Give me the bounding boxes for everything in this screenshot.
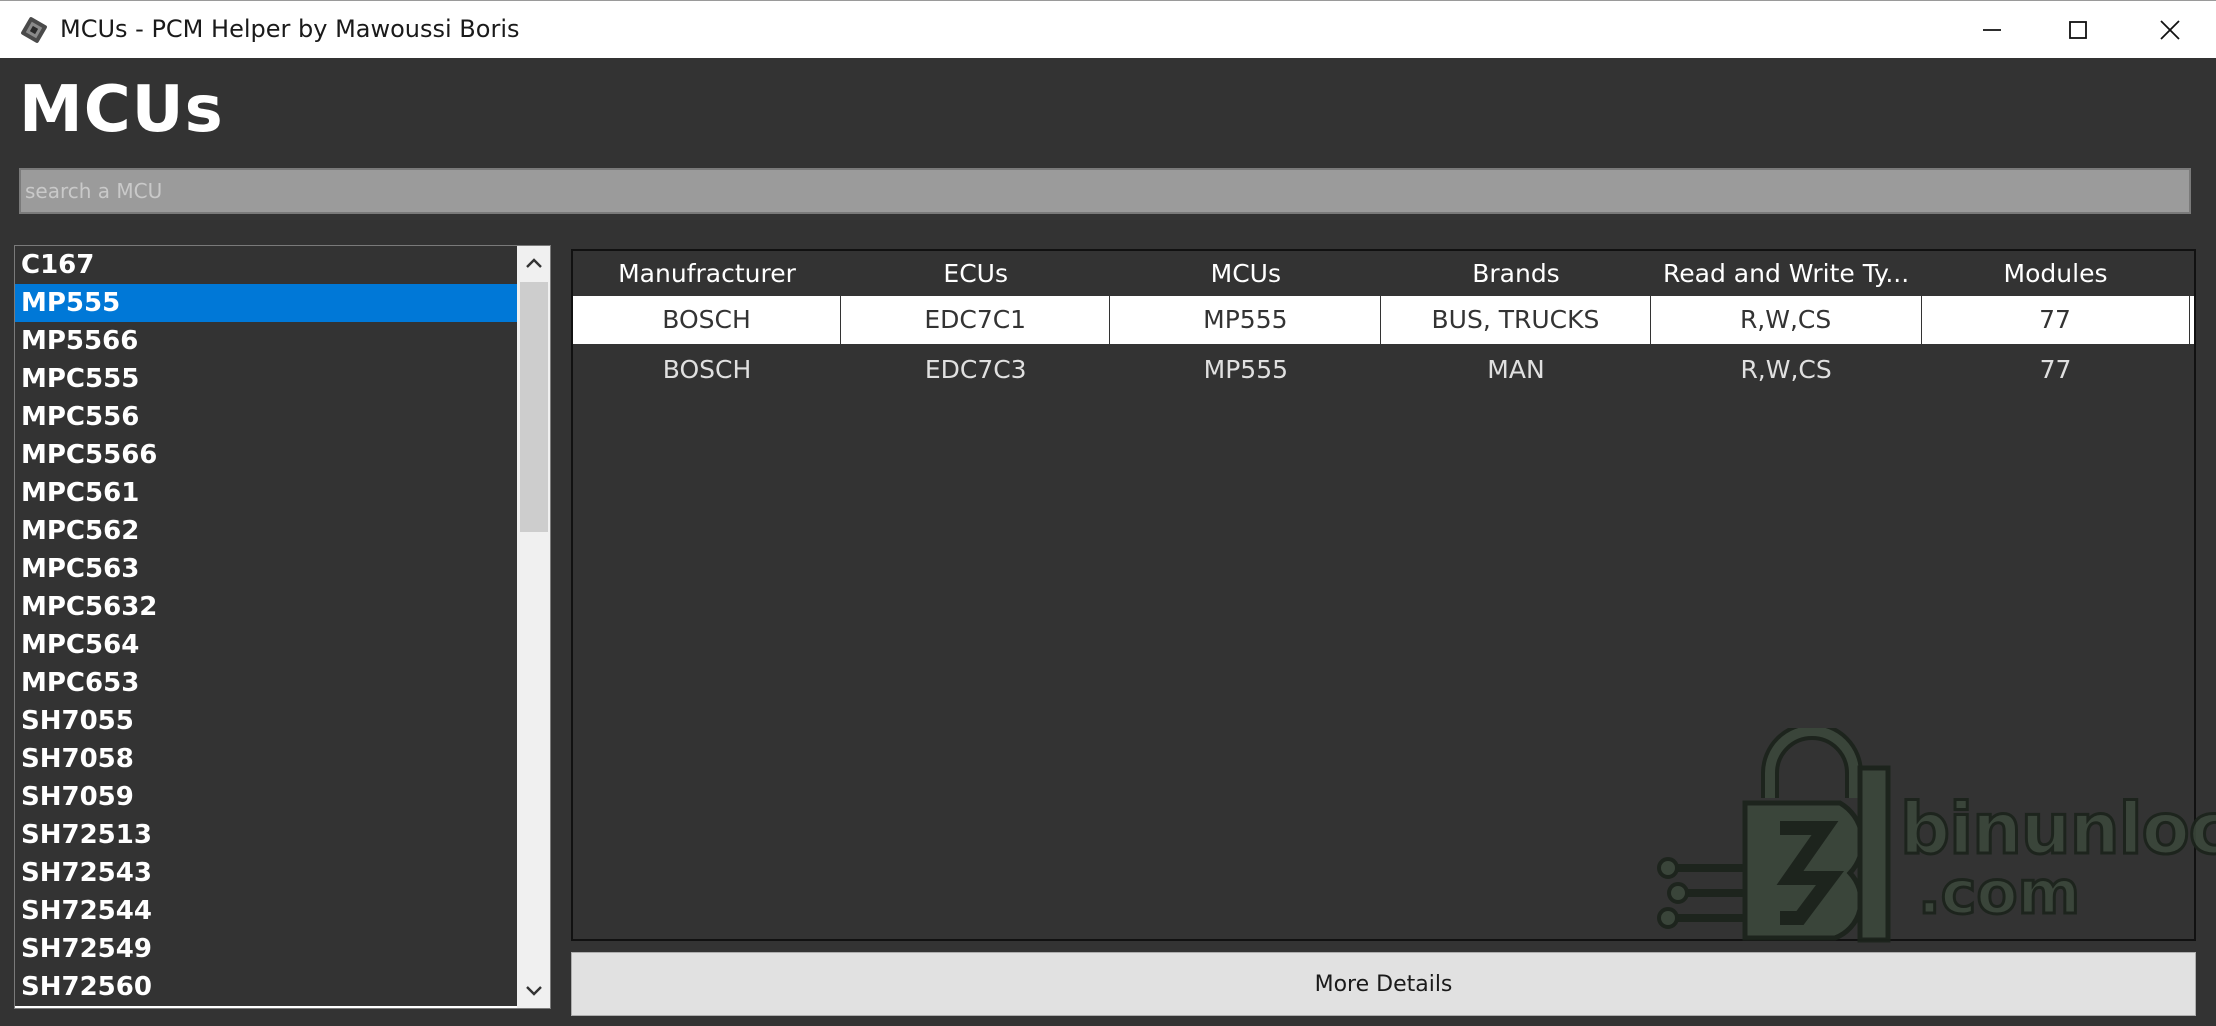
table-cell[interactable]: MP555 [1110,346,1381,394]
table-cell[interactable]: R,W,CS [1651,346,1922,394]
mcu-list-items: C167 MP555 MP5566 MPC555 MPC556 MPC5566 MPC561… [15,246,517,1006]
table-cell[interactable]: BOSCH [573,296,841,345]
mcu-list-item[interactable]: MPC556 [15,398,517,436]
mcu-list-item[interactable]: C167 [15,246,517,284]
table-row[interactable]: BOSCH EDC7C1 MP555 BUS, TRUCKS R,W,CS 77 [573,296,2194,345]
scroll-thumb[interactable] [520,282,548,532]
binunlock-watermark: binunlock .com [1650,722,2216,948]
mcu-list-item[interactable]: SH72549 [15,930,517,968]
mcu-list-item[interactable]: SH72513 [15,816,517,854]
table-cell[interactable]: BOSCH [573,346,841,394]
mcu-list-item[interactable]: SH7055 [15,702,517,740]
more-details-button[interactable]: More Details [571,952,2196,1016]
mcu-list-item[interactable]: MPC564 [15,626,517,664]
scroll-down-button[interactable] [517,974,550,1008]
scroll-up-button[interactable] [517,246,550,280]
table-cell[interactable]: EDC7C1 [841,296,1111,345]
grid-header: Manufracturer ECUs MCUs Brands Read and Writ… [573,251,2194,297]
search-input[interactable] [19,168,2191,214]
padlock-logo-icon [1657,722,1891,943]
mcu-list-item[interactable]: SH7058 [15,740,517,778]
table-cell[interactable]: 77 [1922,296,2190,345]
watermark-domain: .com [1916,857,2081,930]
mcu-list-item[interactable]: MPC555 [15,360,517,398]
app-icon [21,17,47,43]
chevron-up-icon [526,258,542,268]
mcu-list-item[interactable]: SH72560 [15,968,517,1006]
window-title: MCUs - PCM Helper by Mawoussi Boris [60,15,520,43]
table-cell[interactable]: MAN [1381,346,1650,394]
list-scrollbar[interactable] [517,246,550,1008]
mcu-list-item[interactable]: MPC563 [15,550,517,588]
table-cell[interactable]: BUS, TRUCKS [1381,296,1651,345]
mcu-list-item[interactable]: SH72544 [15,892,517,930]
mcu-list-item[interactable]: SH72543 [15,854,517,892]
mcu-list-item[interactable]: SH7059 [15,778,517,816]
mcu-list[interactable]: C167 MP555 MP5566 MPC555 MPC556 MPC5566 MPC561… [14,245,551,1009]
column-header[interactable]: Read and Write Ty... [1651,251,1922,297]
title-bar: MCUs - PCM Helper by Mawoussi Boris [0,0,2216,58]
mcu-list-item[interactable]: MP555 [15,284,517,322]
minimize-button[interactable] [1946,1,2038,59]
minimize-icon [1983,29,2001,31]
mcu-list-item[interactable]: MPC5566 [15,436,517,474]
column-header[interactable]: Manufracturer [573,251,841,297]
table-cell[interactable]: EDC7C3 [841,346,1110,394]
table-cell[interactable]: R,W,CS [1651,296,1922,345]
maximize-icon [2069,21,2087,39]
close-icon [2160,20,2180,40]
table-cell[interactable]: MP555 [1110,296,1382,345]
column-header[interactable]: Brands [1381,251,1650,297]
table-cell[interactable]: 77 [1922,346,2190,394]
column-header[interactable]: ECUs [841,251,1110,297]
mcu-list-item[interactable]: MPC562 [15,512,517,550]
maximize-button[interactable] [2032,1,2124,59]
mcu-list-item[interactable]: MPC5632 [15,588,517,626]
mcu-list-item[interactable]: MPC561 [15,474,517,512]
column-header[interactable]: Modules [1922,251,2190,297]
close-button[interactable] [2124,1,2216,59]
table-row[interactable]: BOSCH EDC7C3 MP555 MAN R,W,CS 77 [573,346,2194,394]
mcu-list-item[interactable]: MP5566 [15,322,517,360]
chevron-down-icon [526,986,542,996]
page-title: MCUs [19,73,224,147]
mcu-list-item[interactable]: MPC653 [15,664,517,702]
column-header[interactable]: MCUs [1110,251,1381,297]
